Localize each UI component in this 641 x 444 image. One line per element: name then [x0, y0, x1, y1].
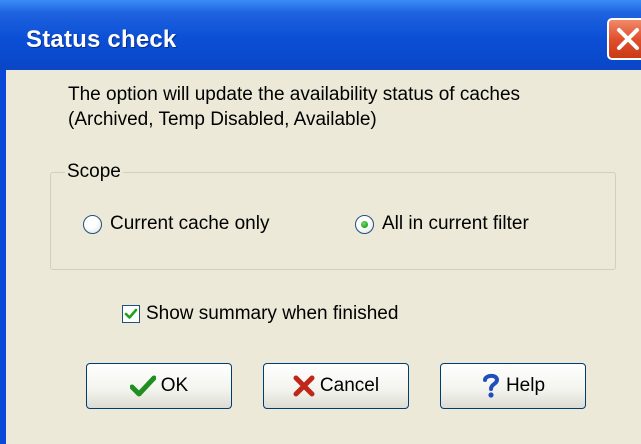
question-icon [481, 372, 501, 400]
radio-label-current-cache-only: Current cache only [110, 213, 270, 234]
show-summary-label: Show summary when finished [146, 303, 399, 324]
radio-current-cache-only[interactable]: Current cache only [83, 213, 269, 235]
cancel-button-label: Cancel [319, 375, 380, 396]
description-line-1: The option will update the availability … [68, 84, 521, 105]
scope-label: Scope [65, 161, 123, 183]
radio-button-checked[interactable] [355, 214, 374, 234]
description-text: The option will update the availability … [68, 82, 520, 132]
radio-label-all-in-current-filter: All in current filter [382, 213, 529, 234]
help-button[interactable]: Help [440, 363, 586, 409]
show-summary-checkbox[interactable]: Show summary when finished [122, 303, 398, 325]
dialog-body: The option will update the availability … [6, 70, 641, 444]
ok-button[interactable]: OK [86, 363, 232, 409]
title-bar[interactable]: Status check [0, 0, 641, 70]
description-line-2: (Archived, Temp Disabled, Available) [68, 109, 377, 130]
ok-button-label: OK [160, 375, 189, 396]
checkbox-checked[interactable] [122, 305, 140, 323]
status-check-dialog: Status check The option will update the … [0, 0, 641, 444]
x-icon [293, 375, 315, 397]
close-button[interactable] [607, 18, 641, 60]
scope-groupbox: Scope Current cache only All in current … [50, 161, 616, 270]
radio-button-unchecked[interactable] [83, 214, 102, 234]
checkmark-icon [129, 375, 156, 397]
radio-all-in-current-filter[interactable]: All in current filter [355, 213, 529, 235]
cancel-button[interactable]: Cancel [263, 363, 409, 409]
window-title: Status check [26, 26, 177, 53]
help-button-label: Help [505, 375, 546, 396]
